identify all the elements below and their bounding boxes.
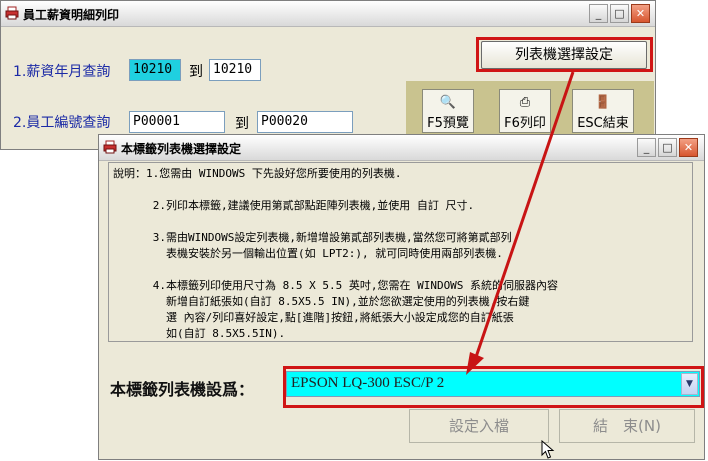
annotation-arrow	[466, 71, 575, 375]
mouse-cursor-icon	[541, 440, 555, 459]
